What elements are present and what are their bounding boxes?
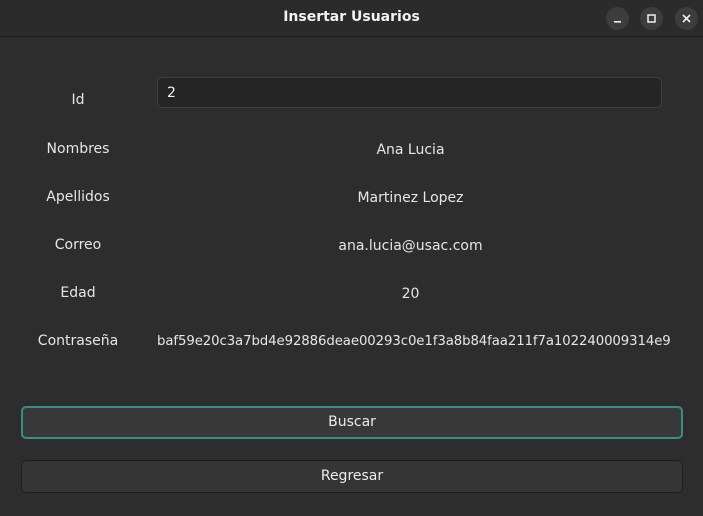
contrasena-value: baf59e20c3a7bd4e92886deae00293c0e1f3a8b8…	[157, 334, 671, 349]
close-button[interactable]	[675, 7, 698, 30]
app-window: Insertar Usuarios Id Nombres Ana Lucia A…	[0, 0, 703, 516]
regresar-button[interactable]: Regresar	[21, 460, 683, 493]
id-label: Id	[71, 92, 85, 108]
edad-label: Edad	[60, 285, 96, 301]
buscar-button[interactable]: Buscar	[21, 406, 683, 439]
minimize-button[interactable]	[606, 7, 629, 30]
nombres-label: Nombres	[46, 141, 110, 157]
window-title: Insertar Usuarios	[283, 9, 420, 25]
apellidos-value: Martinez Lopez	[357, 190, 464, 206]
maximize-icon	[647, 14, 656, 23]
apellidos-label: Apellidos	[46, 189, 110, 205]
id-input[interactable]	[157, 77, 662, 108]
correo-label: Correo	[54, 237, 102, 253]
close-icon	[682, 14, 691, 23]
maximize-button[interactable]	[640, 7, 663, 30]
edad-value: 20	[401, 286, 420, 302]
correo-value: ana.lucia@usac.com	[338, 238, 483, 254]
minimize-icon	[614, 21, 621, 23]
nombres-value: Ana Lucia	[376, 142, 445, 158]
contrasena-label: Contraseña	[37, 333, 119, 349]
title-bar[interactable]: Insertar Usuarios	[0, 0, 703, 37]
